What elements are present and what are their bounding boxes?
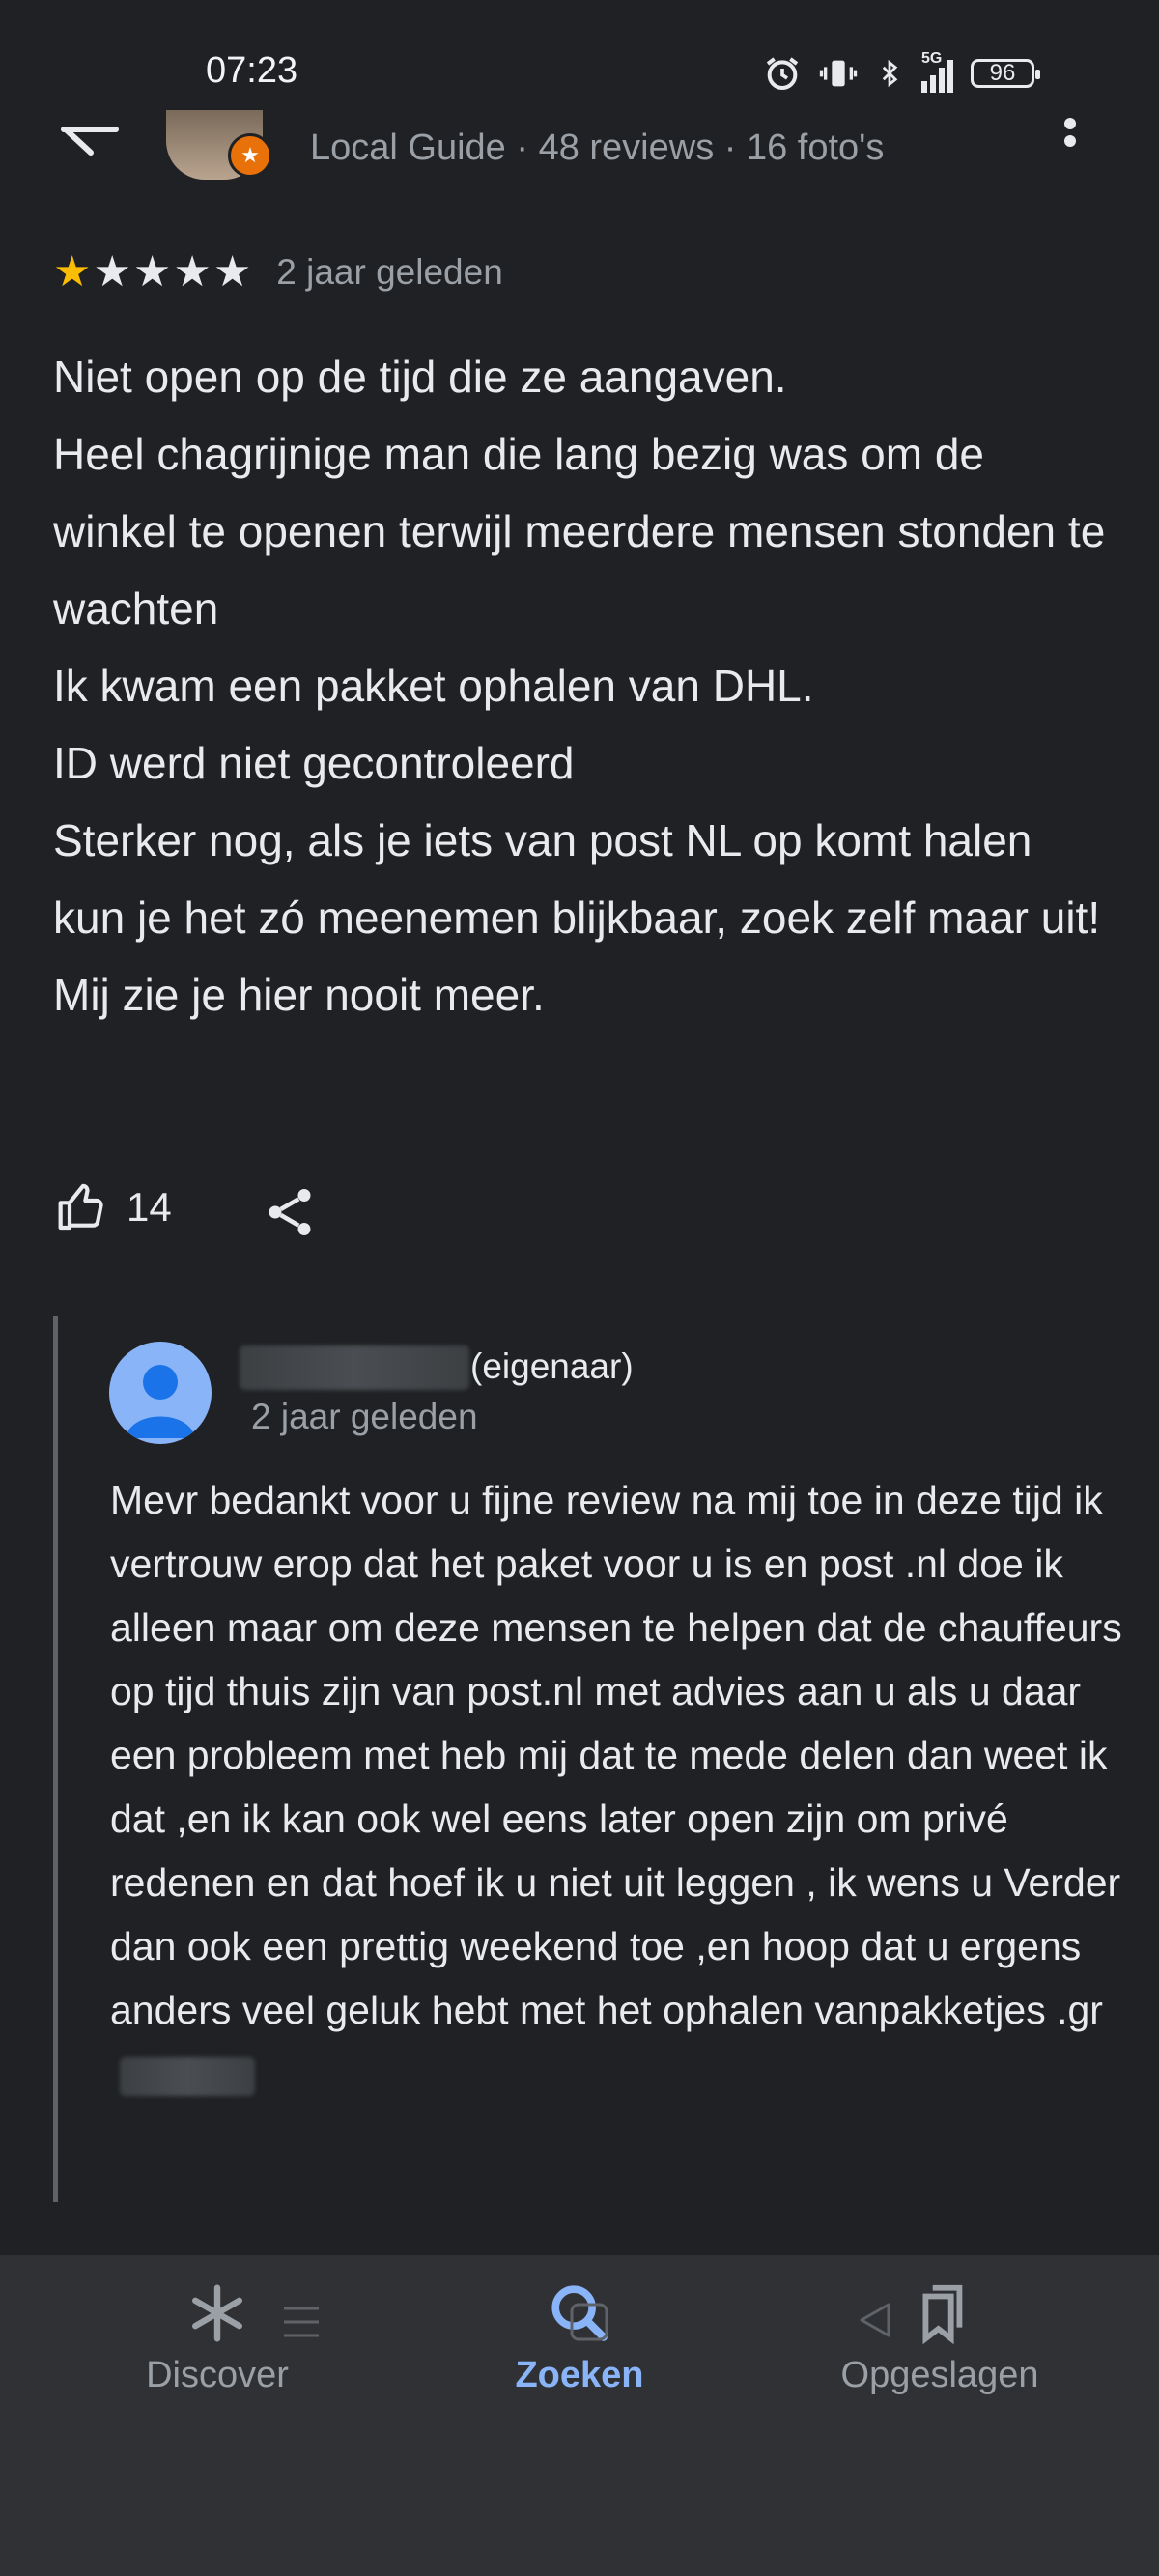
owner-name-redacted: [240, 1345, 469, 1390]
battery-icon: 96: [971, 59, 1040, 88]
tab-opgeslagen-label: Opgeslagen: [840, 2355, 1039, 2395]
star-icon: ★: [212, 248, 252, 296]
local-guide-badge-icon: ★: [228, 133, 272, 178]
thumbs-up-icon: [58, 1183, 103, 1231]
share-icon: [269, 1189, 311, 1235]
tab-opgeslagen[interactable]: Opgeslagen: [795, 2279, 1085, 2396]
star-icon: ★: [132, 248, 172, 296]
star-icon: ★: [53, 248, 92, 296]
star-icon: ★: [93, 248, 131, 296]
battery-level: 96: [989, 60, 1016, 86]
tab-zoeken-label: Zoeken: [515, 2355, 644, 2395]
reply-divider: [53, 1316, 58, 2202]
alarm-icon: [766, 57, 799, 90]
more-options-button[interactable]: [1062, 116, 1078, 164]
review-text: Niet open op de tijd die ze aangaven. He…: [53, 352, 1106, 1020]
status-icons: 5G 96: [763, 50, 1040, 97]
more-vert-icon: [1064, 118, 1076, 147]
back-triangle-icon: [860, 2303, 890, 2337]
person-icon: [126, 1365, 195, 1438]
owner-avatar[interactable]: [109, 1342, 212, 1444]
system-back-button[interactable]: [854, 2299, 896, 2346]
owner-reply-text: Mevr bedankt voor u fijne review na mij …: [110, 1468, 1134, 2106]
rating-row: ★ ★ ★ ★ ★ 2 jaar geleden: [53, 251, 503, 294]
owner-reply-body: Mevr bedankt voor u fijne review na mij …: [110, 1478, 1122, 2032]
like-button[interactable]: 14: [53, 1180, 172, 1234]
menu-icon: [284, 2307, 319, 2337]
signature-redacted: [120, 2057, 255, 2097]
network-type: 5G: [921, 50, 943, 67]
tab-discover-label: Discover: [146, 2355, 289, 2395]
system-home-button[interactable]: [568, 2301, 610, 2348]
reviewer-meta: Local Guide · 48 reviews · 16 foto's: [310, 127, 885, 168]
like-count: 14: [127, 1184, 172, 1230]
bookmark-icon: [922, 2284, 963, 2345]
vibrate-icon: [819, 60, 858, 87]
star-rating: ★ ★ ★ ★ ★: [53, 251, 253, 294]
back-arrow-icon: [61, 127, 119, 156]
signal-icon: 5G: [921, 50, 953, 93]
back-button[interactable]: [58, 108, 126, 166]
owner-reply-time: 2 jaar geleden: [251, 1397, 478, 1436]
share-button[interactable]: [261, 1183, 319, 1246]
status-time: 07:23: [206, 50, 298, 91]
home-icon: [570, 2303, 608, 2341]
star-icon: ★: [173, 248, 212, 296]
owner-role: (eigenaar): [470, 1346, 634, 1386]
asterisk-icon: [192, 2284, 242, 2342]
review-time: 2 jaar geleden: [276, 252, 503, 292]
bluetooth-icon: [882, 59, 898, 88]
system-recents-button[interactable]: [280, 2301, 323, 2348]
